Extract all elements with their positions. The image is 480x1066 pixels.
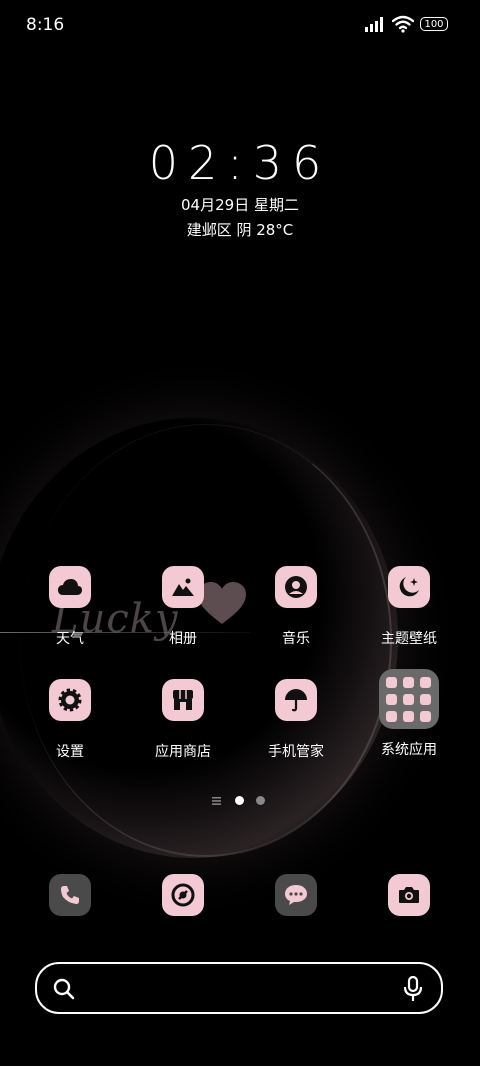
page-dot-active[interactable]	[235, 796, 244, 805]
app-label: 天气	[56, 631, 84, 647]
app-weather[interactable]: 天气	[20, 566, 120, 648]
folder-icon	[379, 669, 439, 729]
search-input[interactable]	[87, 972, 391, 1006]
message-icon	[285, 885, 307, 905]
phone-icon	[61, 886, 79, 904]
wifi-icon	[392, 15, 414, 33]
page-list-icon[interactable]	[212, 797, 221, 805]
signal-icon	[365, 17, 383, 32]
dock-phone[interactable]	[49, 874, 91, 916]
app-label: 音乐	[282, 631, 310, 647]
gear-icon	[49, 679, 91, 721]
app-music[interactable]: 音乐	[246, 566, 346, 648]
camera-icon	[399, 887, 419, 903]
app-label: 相册	[169, 631, 197, 647]
browser-icon	[171, 883, 195, 907]
clock-date[interactable]: 04月29日 星期二	[0, 194, 480, 215]
mountain-photo-icon	[162, 566, 204, 608]
dock-messages[interactable]	[275, 874, 317, 916]
app-label: 主题壁纸	[381, 631, 437, 647]
search-bar[interactable]	[35, 962, 443, 1014]
app-store[interactable]: 应用商店	[133, 679, 233, 761]
app-gallery[interactable]: 相册	[133, 566, 233, 648]
app-settings[interactable]: 设置	[20, 679, 120, 761]
app-phone-manager[interactable]: 手机管家	[246, 679, 346, 761]
cloud-icon	[49, 566, 91, 608]
app-themes[interactable]: 主题壁纸	[359, 566, 459, 648]
dock-camera[interactable]	[388, 874, 430, 916]
moon-star-icon	[388, 566, 430, 608]
page-dot[interactable]	[256, 796, 265, 805]
app-label: 设置	[56, 744, 84, 760]
status-bar: 8:16 100	[0, 0, 480, 50]
app-label: 手机管家	[268, 744, 324, 760]
status-time: 8:16	[26, 15, 65, 35]
page-indicator[interactable]	[212, 796, 272, 808]
app-label: 系统应用	[381, 742, 437, 758]
search-icon[interactable]	[53, 978, 75, 1000]
clock-time[interactable]: 02:36	[0, 136, 480, 190]
battery-indicator: 100	[420, 17, 448, 31]
app-label: 应用商店	[155, 744, 211, 760]
dock-browser[interactable]	[162, 874, 204, 916]
music-disc-icon	[275, 566, 317, 608]
clock-weather[interactable]: 建邺区 阴 28°C	[0, 219, 480, 240]
store-icon	[162, 679, 204, 721]
folder-system-apps[interactable]: 系统应用	[359, 669, 459, 759]
microphone-icon[interactable]	[403, 976, 423, 1002]
umbrella-icon	[275, 679, 317, 721]
